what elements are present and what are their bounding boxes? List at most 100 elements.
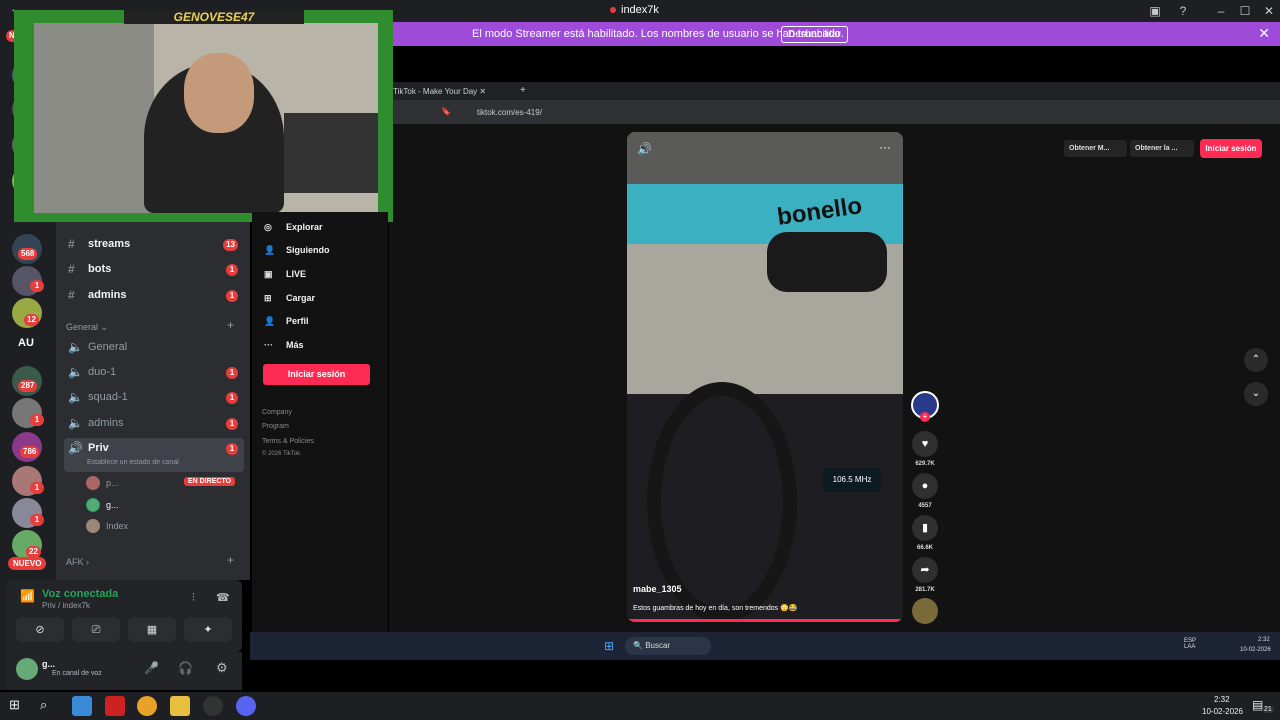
browser-tab[interactable]: TikTok - Make Your Day ✕ bbox=[393, 87, 503, 96]
heart-icon[interactable]: ♥ bbox=[912, 431, 938, 457]
maximize-button[interactable]: ☐ bbox=[1236, 2, 1254, 20]
new-tab-icon[interactable]: + bbox=[520, 85, 526, 96]
follow-plus-icon[interactable]: + bbox=[920, 412, 930, 422]
channel-admins[interactable]: # admins 1 bbox=[64, 285, 244, 307]
settings-gear-icon[interactable]: ⚙ bbox=[216, 660, 228, 676]
voice-channel-duo[interactable]: 🔈 duo-1 1 bbox=[64, 362, 244, 384]
disable-button[interactable]: Deshabilitar bbox=[781, 26, 848, 43]
channel-count: 1 bbox=[226, 392, 238, 404]
screen-share-button[interactable]: ⎚ bbox=[72, 618, 120, 642]
channel-streams[interactable]: # streams 13 bbox=[64, 234, 244, 256]
more-options-icon[interactable]: ··· bbox=[879, 140, 891, 154]
nav-explore[interactable]: ◎ Explorar bbox=[264, 222, 323, 233]
voice-channel-priv[interactable]: 🔊 Priv 1 Establece un estado de canal bbox=[64, 438, 244, 472]
avatar[interactable] bbox=[16, 658, 38, 680]
server-icon[interactable]: 1 bbox=[12, 398, 44, 428]
comment-icon[interactable]: ● bbox=[912, 473, 938, 499]
voice-status[interactable]: Voz conectada bbox=[42, 588, 118, 600]
headphones-icon[interactable]: 🎧 bbox=[178, 661, 193, 675]
channel-status[interactable]: Establece un estado de canal bbox=[87, 459, 179, 466]
nav-more[interactable]: ··· Más bbox=[264, 340, 304, 350]
video-player[interactable]: bonello 106.5 MHz 🔊 ··· mabe_1305 Estos … bbox=[627, 132, 903, 622]
server-icon[interactable]: 1 bbox=[12, 266, 44, 296]
new-pill[interactable]: NUEVO bbox=[8, 557, 47, 570]
webcam-overlay: GENOVESE47 bbox=[14, 10, 393, 222]
share-icon[interactable]: ➦ bbox=[912, 557, 938, 583]
following-icon: 👤 bbox=[264, 245, 276, 255]
scroll-up-button[interactable]: ⌃ bbox=[1244, 348, 1268, 372]
server-au[interactable]: AU bbox=[18, 337, 34, 349]
nav-label: Siguiendo bbox=[286, 245, 330, 255]
voice-channel-squad[interactable]: 🔈 squad-1 1 bbox=[64, 387, 244, 409]
bookmark-icon[interactable]: 🔖 bbox=[441, 107, 451, 116]
copilot-icon[interactable] bbox=[72, 696, 92, 716]
category-label: AFK bbox=[66, 557, 84, 567]
minimize-button[interactable]: – bbox=[1212, 2, 1230, 20]
search-icon[interactable]: ⌕ bbox=[40, 697, 47, 713]
soundboard-button[interactable]: ✦ bbox=[184, 618, 232, 642]
nav-profile[interactable]: 👤 Perfil bbox=[264, 316, 309, 327]
server-icon[interactable]: 1 bbox=[12, 466, 44, 496]
browser-url-bar: 🔖 tiktok.com/es-419/ bbox=[389, 100, 1280, 124]
scroll-down-button[interactable]: ⌄ bbox=[1244, 382, 1268, 406]
voice-member[interactable]: Index bbox=[86, 519, 236, 537]
bookmark-icon[interactable]: ▮ bbox=[912, 515, 938, 541]
member-name: g... bbox=[106, 500, 119, 510]
header-login-button[interactable]: Iniciar sesión bbox=[1200, 139, 1262, 158]
close-button[interactable]: ✕ bbox=[1260, 2, 1278, 20]
disconnect-icon[interactable]: ☎ bbox=[216, 591, 230, 604]
channel-bots[interactable]: # bots 1 bbox=[64, 259, 244, 281]
nav-upload[interactable]: ⊞ Cargar bbox=[264, 293, 315, 304]
voice-channel-admins[interactable]: 🔈 admins 1 bbox=[64, 413, 244, 435]
server-icon[interactable]: 22 bbox=[12, 530, 42, 560]
voice-location[interactable]: Priv / index7k bbox=[42, 601, 90, 610]
voice-channel-general[interactable]: 🔈 General bbox=[64, 337, 244, 359]
add-channel-icon[interactable]: + bbox=[227, 318, 234, 332]
noise-icon[interactable]: ⫶ bbox=[192, 592, 195, 605]
login-button[interactable]: Iniciar sesión bbox=[263, 364, 370, 385]
footer-link[interactable]: Terms & Policies bbox=[262, 438, 314, 445]
nav-following[interactable]: 👤 Siguiendo bbox=[264, 245, 330, 256]
footer-link[interactable]: Program bbox=[262, 423, 289, 430]
category-afk[interactable]: AFK › bbox=[66, 557, 89, 567]
footer-link[interactable]: Company bbox=[262, 409, 292, 416]
url-text[interactable]: tiktok.com/es-419/ bbox=[477, 108, 542, 117]
music-disc-icon[interactable] bbox=[912, 598, 938, 624]
speaker-icon: 🔈 bbox=[68, 416, 83, 430]
chrome-icon[interactable] bbox=[137, 696, 157, 716]
add-channel-icon[interactable]: + bbox=[227, 553, 234, 567]
channel-label: streams bbox=[88, 238, 131, 250]
taskbar-search[interactable]: 🔍 Buscar bbox=[625, 637, 711, 655]
video-username[interactable]: mabe_1305 bbox=[633, 584, 682, 594]
discord-icon[interactable] bbox=[236, 696, 256, 716]
windows-start-icon[interactable]: ⊞ bbox=[9, 697, 20, 713]
voice-member[interactable]: g... bbox=[86, 498, 236, 516]
get-desktop-button[interactable]: Obtener la ... bbox=[1130, 140, 1194, 157]
get-app-button[interactable]: Obtener M... bbox=[1064, 140, 1127, 157]
nav-live[interactable]: ▣ LIVE bbox=[264, 269, 306, 280]
copyright: © 2026 TikTok bbox=[262, 451, 301, 457]
server-icon[interactable]: 568 bbox=[12, 234, 42, 264]
server-badge: 1 bbox=[30, 482, 44, 494]
language-indicator[interactable]: ESP LAA bbox=[1184, 638, 1196, 650]
voice-member[interactable]: p... EN DIRECTO bbox=[86, 476, 236, 494]
screen-icon[interactable]: ▣ bbox=[1146, 2, 1164, 20]
volume-icon[interactable]: 🔊 bbox=[637, 142, 652, 156]
server-icon[interactable]: 12 bbox=[12, 298, 42, 328]
file-explorer-icon[interactable] bbox=[170, 696, 190, 716]
progress-bar[interactable] bbox=[627, 619, 903, 622]
channel-label: General bbox=[88, 341, 128, 353]
server-icon[interactable]: 786 bbox=[12, 432, 42, 462]
windows-start-icon[interactable]: ⊞ bbox=[604, 639, 614, 653]
server-icon[interactable]: 287 bbox=[12, 366, 42, 396]
category-general[interactable]: General ⌄ bbox=[66, 322, 108, 333]
microphone-icon[interactable]: 🎤 bbox=[144, 661, 159, 675]
activities-button[interactable]: ▦ bbox=[128, 618, 176, 642]
camera-off-button[interactable]: ⊘ bbox=[16, 618, 64, 642]
app-icon[interactable] bbox=[105, 696, 125, 716]
signal-icon: 📶 bbox=[20, 589, 35, 603]
obs-icon[interactable] bbox=[203, 696, 223, 716]
server-icon[interactable]: 1 bbox=[12, 498, 44, 528]
help-icon[interactable]: ? bbox=[1174, 2, 1192, 20]
close-banner-icon[interactable]: ✕ bbox=[1258, 25, 1270, 42]
